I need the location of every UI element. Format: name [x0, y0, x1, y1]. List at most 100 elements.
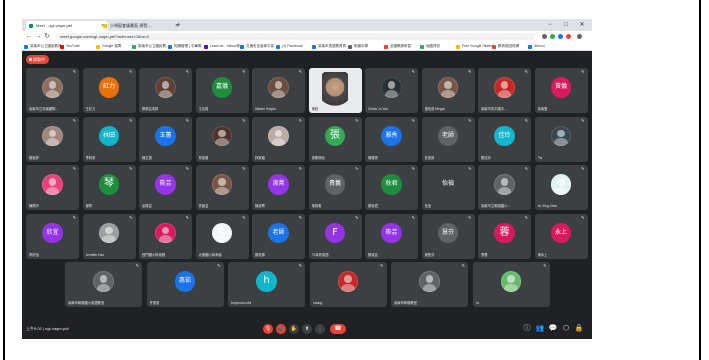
participant-tile[interactable]: ✎ 慧芬 謝慧芬: [421, 213, 475, 259]
minimize-button[interactable]: −: [544, 19, 556, 31]
bookmark-item[interactable]: 知識管理 | 中華電...: [168, 42, 204, 51]
maximize-button[interactable]: □: [560, 19, 572, 31]
bookmark-item[interactable]: YouTube: [60, 42, 80, 51]
participant-tile[interactable]: ✎ 楊鈺婷: [26, 116, 79, 162]
bookmark-item[interactable]: 地圖資訊: [420, 42, 440, 51]
new-tab-button[interactable]: +: [176, 20, 181, 30]
participant-tile[interactable]: ✎ 蕭伯茹 Megan: [421, 68, 475, 113]
participant-tile[interactable]: ✎ 紅力 王紅力: [82, 68, 136, 113]
initials-avatar: F: [324, 222, 346, 244]
participant-tile[interactable]: ✎ 琴謝琴: [82, 165, 136, 210]
bookmark-item[interactable]: 臺南市英語教育資...: [312, 42, 349, 51]
bookmark-item[interactable]: Learn.tcl - Yahoo奇...: [204, 42, 243, 51]
participant-tile[interactable]: ✎ 貴義 陳貴義: [308, 165, 362, 210]
close-window-button[interactable]: ✕: [576, 19, 588, 31]
participant-tile[interactable]: ✎ 陳佩玲: [26, 165, 79, 210]
bookmark-item[interactable]: 交通安全宣導平臺: [240, 42, 274, 51]
participant-tile[interactable]: ✎ 佳玲 蔡佳玲: [478, 116, 531, 162]
forward-button[interactable]: →: [34, 31, 42, 42]
bookmark-item[interactable]: Google 相簿: [96, 42, 121, 51]
bookmark-item[interactable]: (1) Facebook: [276, 42, 303, 51]
participant-name: 臺南市和順教室: [394, 301, 418, 305]
participant-name: 王紅力: [85, 107, 96, 111]
participant-tile[interactable]: ✎ 大德國小邱禾蓓: [195, 213, 249, 259]
tab-meet[interactable]: Meet - ugt-vaqm-pbf ✕: [26, 21, 108, 31]
participant-tile[interactable]: ✎ Yu Ying Chen: [534, 165, 588, 210]
participant-tile[interactable]: ✎ 筱芸 余筱芸: [139, 165, 192, 210]
extension-icon[interactable]: [550, 34, 555, 39]
participant-tile[interactable]: ✎ 永上 陳永上: [534, 213, 588, 259]
participant-tile[interactable]: ✎ Chiaw Ju Yao: [365, 68, 418, 113]
participant-tile[interactable]: ✎ Jennifer Hsu: [82, 213, 136, 259]
default-person-avatar-icon: [419, 271, 440, 292]
bookmark-item[interactable]: 臺南市公立國民教育: [24, 42, 62, 51]
initials-avatar: 怡禎: [437, 174, 459, 195]
participant-tile[interactable]: ✎ 臺南市立安南國際...: [26, 68, 79, 113]
bookmark-item[interactable]: 臺南市公立國民教...: [132, 42, 169, 51]
more-options-button[interactable]: ⋮: [315, 324, 325, 334]
participant-tile[interactable]: ✎ 筱芸 蔡淑芸: [365, 213, 418, 259]
participant-tile[interactable]: ✎ 嘉儀 王嘉儀: [195, 68, 249, 113]
participant-tile[interactable]: ✎ 臺南市安平國中...: [478, 68, 531, 113]
profile-avatar-icon[interactable]: [566, 34, 571, 39]
bookmark-item[interactable]: Free Google Slides...: [456, 42, 495, 51]
person-head-icon: [161, 81, 170, 89]
participant-tile[interactable]: ✎ 欣宜 李欣怡: [26, 213, 79, 259]
participant-tile[interactable]: ✎ Allister Hsiyao: [252, 68, 305, 113]
participant-tile[interactable]: ✎ 惠茹 許惠茹: [146, 262, 224, 307]
camera-toggle-button[interactable]: 📹: [276, 324, 286, 334]
participant-tile[interactable]: ✎ 張張陳靜怡: [308, 116, 362, 162]
participant-tile[interactable]: ✎ 秋君 蔡秋君: [365, 165, 418, 210]
back-button[interactable]: ←: [25, 31, 33, 42]
screenshot: Meet - ugt-vaqm-pbf ✕ 小視窗會議畫面-預覽-... ✕ +…: [22, 19, 592, 339]
leave-call-button[interactable]: ☎: [330, 324, 346, 334]
raise-hand-button[interactable]: ✋: [289, 324, 299, 334]
participant-tile[interactable]: ✎ 老師 蔡老師: [252, 213, 305, 259]
bookmark-item[interactable]: dict.ncl: [528, 42, 545, 51]
participant-tile[interactable]: ✎ 陳鈺: [308, 68, 362, 113]
bookmark-label: 知識管理 | 中華電...: [174, 44, 205, 48]
participant-tile[interactable]: ✎ 蔡曉芸老師: [139, 68, 192, 113]
mic-toggle-button[interactable]: 🎙: [263, 324, 273, 334]
participant-tile[interactable]: ✎ 林田 李林莉: [82, 116, 136, 162]
bookmark-item[interactable]: 教育部因材網: [492, 42, 519, 51]
participant-tile[interactable]: ✎ 西門國小柯淑雅: [139, 213, 192, 259]
bookmark-item[interactable]: 全國教師研習: [384, 42, 411, 51]
participant-tile[interactable]: ✎ 許麗芸: [195, 165, 249, 210]
participant-tile[interactable]: ✎ 玉蕙 陳玉蕙: [139, 116, 192, 162]
extension-icon[interactable]: [542, 34, 547, 39]
participant-tile[interactable]: ✎ Pei: [534, 116, 588, 162]
info-icon[interactable]: ⓘ: [522, 323, 532, 335]
initials-avatar: 筱芸: [155, 174, 176, 195]
person-head-icon: [557, 178, 565, 186]
participant-tile[interactable]: ✎ 林俊雅: [195, 116, 249, 162]
participant-name: 莊老師: [424, 155, 435, 160]
participant-tile[interactable]: ✎ 怡禎 杜怡: [421, 165, 475, 210]
participant-tile[interactable]: ✎ 雅秀 楊雅秀: [365, 116, 418, 162]
bookmark-item[interactable]: 明道中學: [348, 42, 368, 51]
host-controls-icon[interactable]: 🔒: [574, 323, 584, 335]
participant-tile[interactable]: ✎ 臺南市和順教室: [391, 262, 468, 307]
participant-tile[interactable]: ✎ 老師 莊老師: [421, 116, 475, 162]
chat-icon[interactable]: 💬: [548, 323, 558, 335]
activities-icon[interactable]: ⬡: [561, 323, 571, 335]
reload-button[interactable]: ↻: [43, 31, 51, 42]
participant-tile[interactable]: ✎ 蓉曹蓉: [478, 213, 531, 259]
participant-tile[interactable]: ✎ 黃儀 黃儀雙: [534, 68, 588, 113]
profile-photo-avatar: [268, 125, 289, 147]
participant-tile[interactable]: ✎ hsiung: [309, 262, 387, 307]
participant-tile[interactable]: ✎ 臺南市和順國小英語教室: [65, 262, 142, 307]
menu-icon[interactable]: [577, 34, 582, 39]
present-screen-button[interactable]: ⬆: [302, 324, 312, 334]
participant-name: 陳永上: [537, 252, 548, 257]
participant-tile[interactable]: ✎ 林家穎: [252, 116, 305, 162]
participant-tile[interactable]: ✎ 淑菁 陳淑菁: [252, 165, 305, 210]
url-field[interactable]: meet.google.com/ugt-vaqm-pbf?authuser=0&…: [55, 33, 535, 40]
participant-tile[interactable]: ✎ lin: [472, 262, 550, 307]
participant-tile[interactable]: ✎ 臺南市立和順國小...: [478, 165, 531, 210]
participant-tile[interactable]: ✎ F F2為有英語: [308, 213, 362, 259]
people-icon[interactable]: 👥: [535, 323, 545, 335]
extension-icon[interactable]: [558, 34, 563, 39]
tab-preview[interactable]: 小視窗會議畫面-預覽-... ✕: [100, 21, 182, 31]
participant-tile[interactable]: ✎ h tonymoon.chli: [228, 262, 305, 307]
